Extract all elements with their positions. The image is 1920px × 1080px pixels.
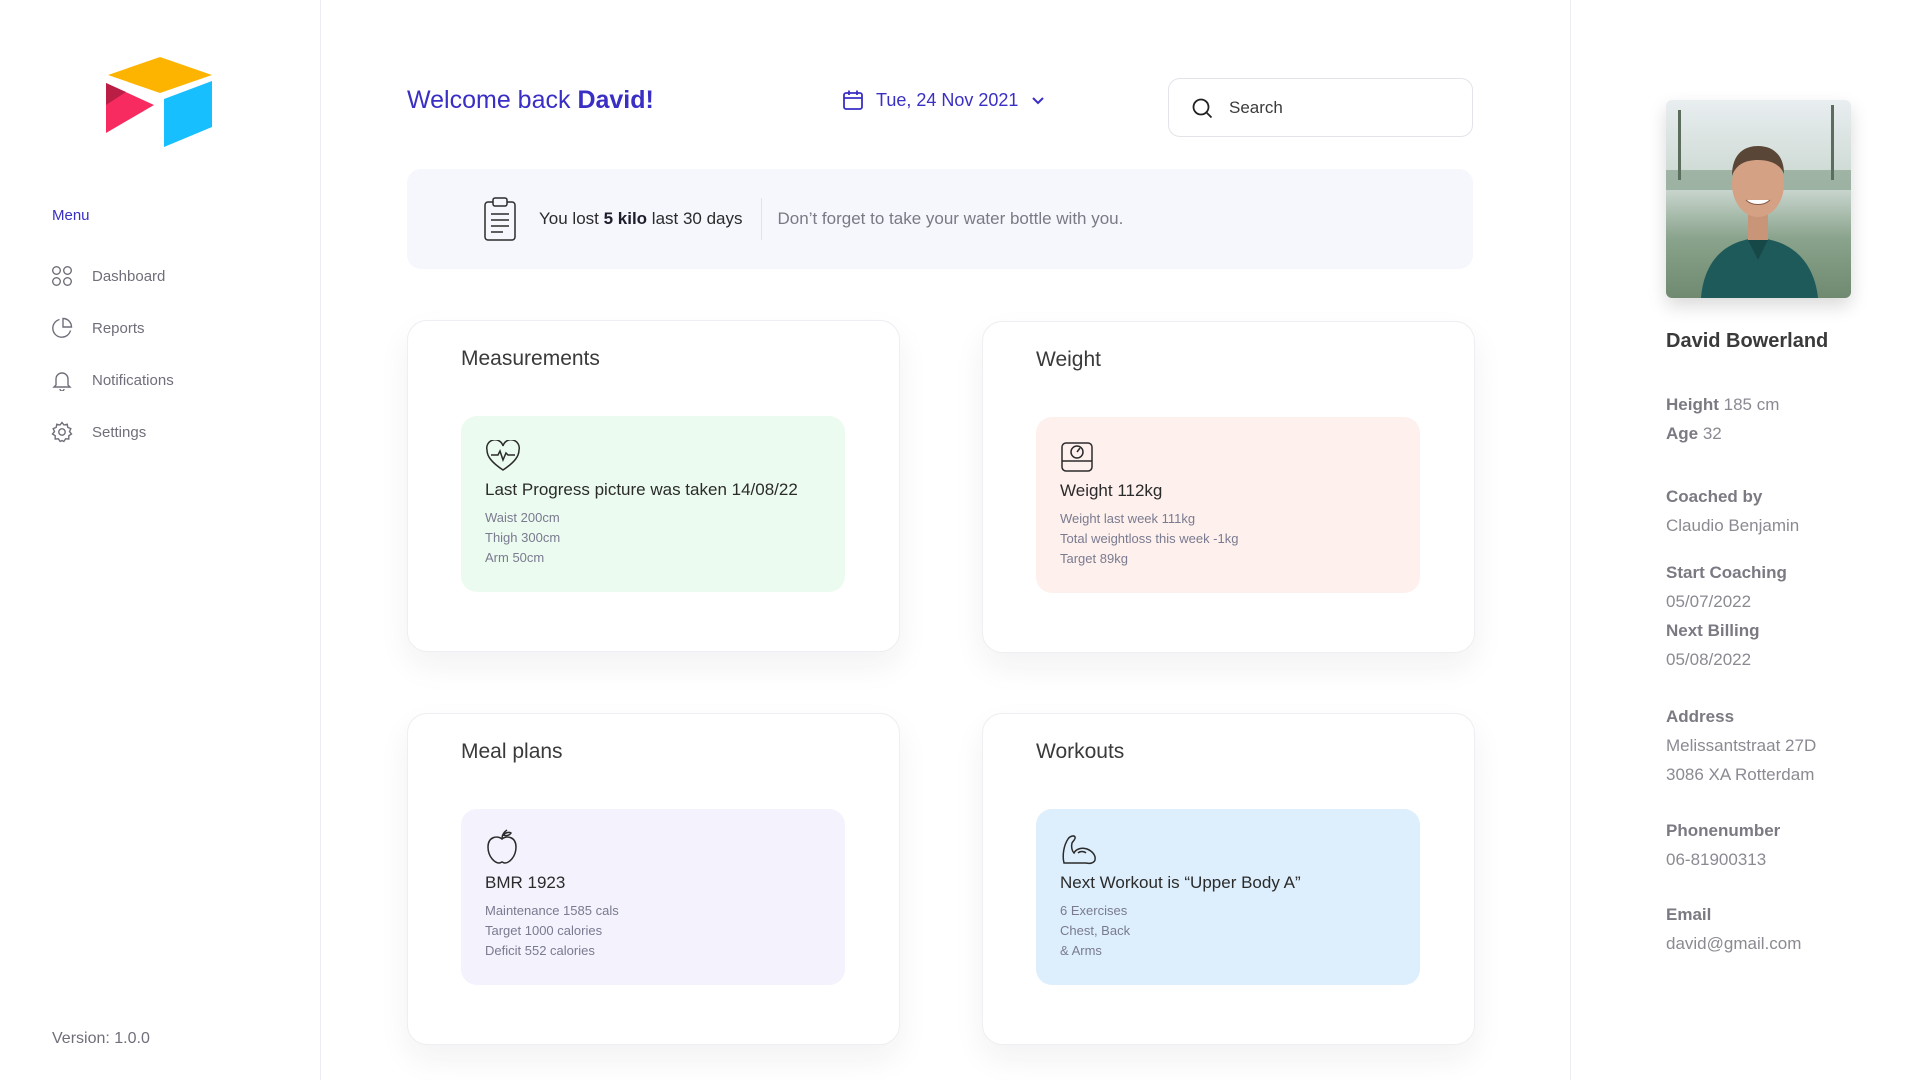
- measurement-line: Arm 50cm: [485, 550, 545, 565]
- meal-plan-line: Deficit 552 calories: [485, 943, 595, 958]
- weight-line: Weight last week 111kg: [1060, 511, 1196, 526]
- weight-line: Target 89kg: [1060, 551, 1128, 566]
- email-label: Email: [1666, 905, 1712, 924]
- sidebar-item-label: Reports: [92, 319, 145, 337]
- weight-lost-text: You lost 5 kilo last 30 days: [539, 209, 761, 229]
- sidebar-item-notifications[interactable]: Notifications: [50, 354, 290, 406]
- pie-chart-icon: [50, 316, 74, 340]
- sidebar-item-reports[interactable]: Reports: [50, 302, 290, 354]
- weight-line: Total weightloss this week -1kg: [1060, 531, 1239, 546]
- flexed-arm-icon: [1060, 831, 1396, 865]
- address-label: Address: [1666, 707, 1735, 726]
- phone-label: Phonenumber: [1666, 821, 1781, 840]
- workout-line: 6 Exercises: [1060, 903, 1128, 918]
- workouts-headline: Next Workout is “Upper Body A”: [1060, 873, 1301, 892]
- menu-label: Menu: [52, 207, 90, 224]
- page-title: Welcome back David!: [407, 86, 654, 115]
- height-label: Height: [1666, 395, 1719, 414]
- weight-card[interactable]: Weight Weight 112kg Weight last week 111…: [982, 321, 1475, 653]
- gear-icon: [50, 420, 74, 444]
- meal-plan-line: Target 1000 calories: [485, 923, 603, 938]
- weight-summary[interactable]: Weight 112kg Weight last week 111kg Tota…: [1036, 417, 1420, 593]
- search-icon: [1191, 97, 1213, 119]
- measurements-headline: Last Progress picture was taken 14/08/22: [485, 480, 798, 499]
- next-billing-value: 05/08/2022: [1666, 650, 1752, 669]
- clipboard-icon: [483, 196, 517, 242]
- age-value: 32: [1698, 424, 1722, 443]
- sidebar-item-dashboard[interactable]: Dashboard: [50, 250, 290, 302]
- measurement-line: Waist 200cm: [485, 510, 560, 525]
- lost-suffix: last 30 days: [647, 209, 743, 228]
- card-title: Workouts: [1036, 740, 1125, 763]
- sidebar-item-label: Dashboard: [92, 267, 166, 285]
- chevron-down-icon: [1030, 92, 1046, 108]
- search-input[interactable]: [1229, 97, 1449, 118]
- age-label: Age: [1666, 424, 1699, 443]
- welcome-name: David!: [577, 86, 654, 114]
- meal-plans-headline: BMR 1923: [485, 873, 566, 892]
- email-value[interactable]: david@gmail.com: [1666, 934, 1801, 953]
- card-title: Measurements: [461, 347, 600, 370]
- meal-plan-line: Maintenance 1585 cals: [485, 903, 619, 918]
- profile-start-coaching: Start Coaching 05/07/2022: [1666, 558, 1787, 616]
- coached-label: Coached by: [1666, 487, 1763, 506]
- meal-plans-summary[interactable]: BMR 1923 Maintenance 1585 cals Target 10…: [461, 809, 845, 985]
- lost-prefix: You lost: [539, 209, 604, 228]
- version-label: Version: 1.0.0: [52, 1030, 150, 1047]
- profile-height: Height 185 cm: [1666, 395, 1779, 415]
- start-coaching-label: Start Coaching: [1666, 563, 1787, 582]
- workout-line: & Arms: [1060, 943, 1102, 958]
- profile-address: Address Melissantstraat 27D 3086 XA Rott…: [1666, 702, 1816, 789]
- coached-value: Claudio Benjamin: [1666, 516, 1800, 535]
- profile-panel: David Bowerland Height 185 cm Age 32 Coa…: [1570, 0, 1920, 1080]
- sidebar-item-label: Notifications: [92, 371, 174, 389]
- workout-line: Chest, Back: [1060, 923, 1131, 938]
- measurements-card[interactable]: Measurements Last Progress picture was t…: [407, 320, 900, 652]
- date-picker[interactable]: Tue, 24 Nov 2021: [842, 89, 1046, 111]
- banner-tip: Don’t forget to take your water bottle w…: [777, 209, 1124, 228]
- card-title: Weight: [1036, 348, 1101, 371]
- grid-icon: [50, 264, 74, 288]
- lost-amount: 5 kilo: [603, 209, 648, 228]
- profile-coach: Coached by Claudio Benjamin: [1666, 482, 1799, 540]
- workouts-summary[interactable]: Next Workout is “Upper Body A” 6 Exercis…: [1036, 809, 1420, 985]
- sidebar-nav: Dashboard Reports Notifications Settings: [50, 250, 290, 458]
- profile-next-billing: Next Billing 05/08/2022: [1666, 616, 1760, 674]
- banner-divider: [760, 198, 762, 240]
- profile-age: Age 32: [1666, 424, 1722, 444]
- workouts-card[interactable]: Workouts Next Workout is “Upper Body A” …: [982, 713, 1475, 1045]
- avatar[interactable]: [1666, 100, 1851, 298]
- card-title: Meal plans: [461, 740, 563, 763]
- phone-value: 06-81900313: [1666, 850, 1767, 869]
- search-box: [1168, 78, 1473, 137]
- measurement-line: Thigh 300cm: [485, 530, 561, 545]
- sidebar: Menu Dashboard Reports Notifications Set…: [0, 0, 321, 1080]
- weight-headline: Weight 112kg: [1060, 481, 1163, 500]
- app-logo[interactable]: [104, 55, 216, 149]
- heart-pulse-icon: [485, 438, 821, 472]
- profile-email: Email david@gmail.com: [1666, 900, 1801, 958]
- next-billing-label: Next Billing: [1666, 621, 1760, 640]
- calendar-icon: [842, 89, 864, 111]
- start-coaching-value: 05/07/2022: [1666, 592, 1752, 611]
- meal-plans-card[interactable]: Meal plans BMR 1923 Maintenance 1585 cal…: [407, 713, 900, 1045]
- address-line-1: Melissantstraat 27D: [1666, 736, 1817, 755]
- sidebar-item-settings[interactable]: Settings: [50, 406, 290, 458]
- profile-phone: Phonenumber 06-81900313: [1666, 816, 1780, 874]
- scale-icon: [1060, 439, 1396, 473]
- address-line-2: 3086 XA Rotterdam: [1666, 765, 1815, 784]
- bell-icon: [50, 368, 74, 392]
- profile-name: David Bowerland: [1666, 330, 1829, 352]
- progress-banner: You lost 5 kilo last 30 days Don’t forge…: [407, 169, 1473, 269]
- welcome-prefix: Welcome back: [407, 86, 578, 114]
- measurements-summary[interactable]: Last Progress picture was taken 14/08/22…: [461, 416, 845, 592]
- height-value: 185 cm: [1718, 395, 1780, 414]
- date-value: Tue, 24 Nov 2021: [876, 89, 1019, 110]
- apple-icon: [485, 829, 821, 865]
- sidebar-item-label: Settings: [92, 423, 147, 441]
